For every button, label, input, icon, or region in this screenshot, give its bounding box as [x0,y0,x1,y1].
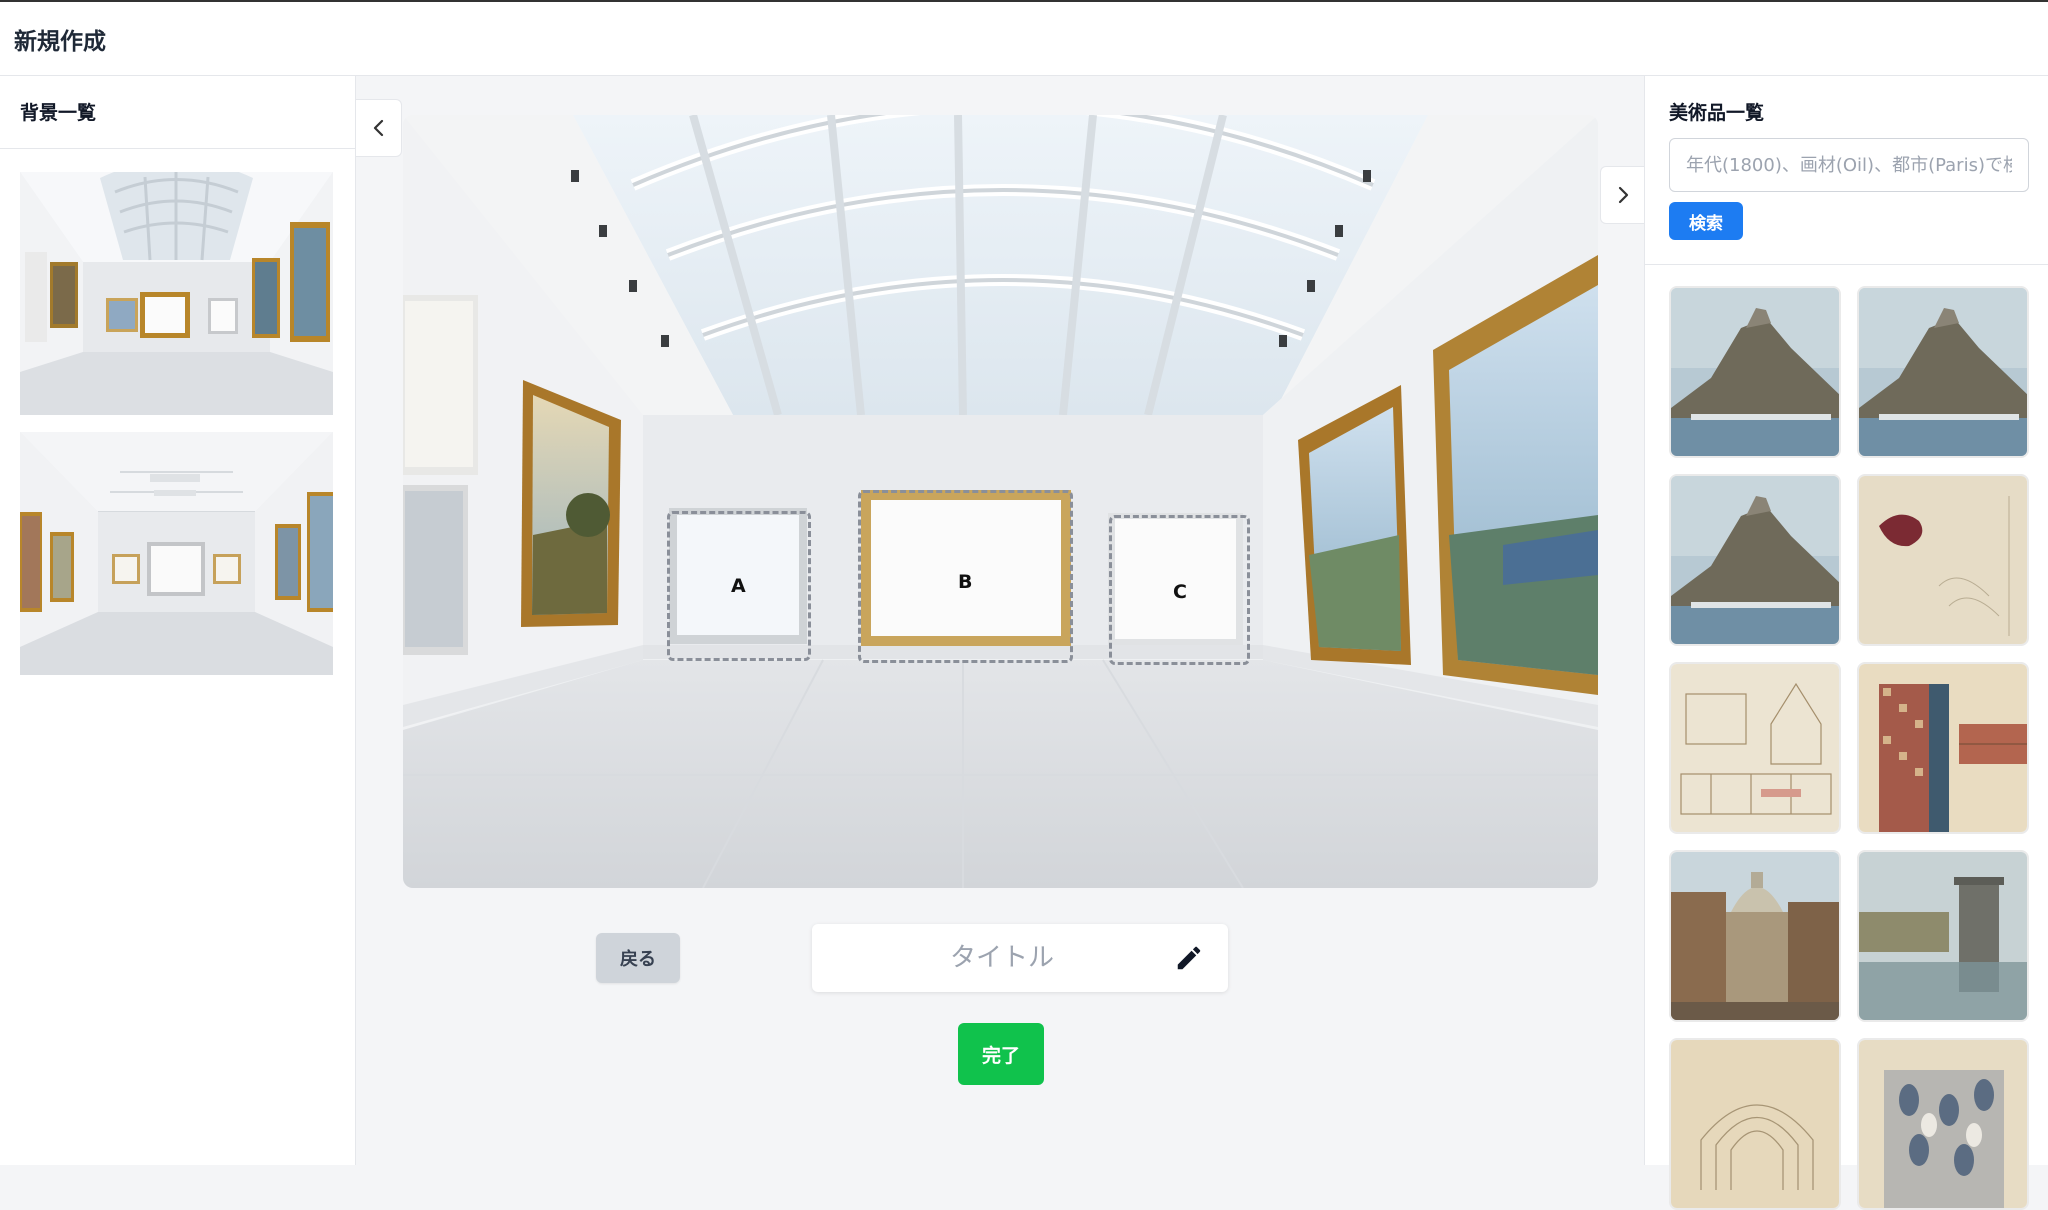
background-thumbnail-flat[interactable] [20,432,333,675]
arched-interior-image [1671,1040,1839,1208]
gallery-thumbnail-image [20,172,333,415]
castle-painting-image [1859,288,2027,456]
tile-pattern-image [1859,664,2027,832]
castle-painting-image [1671,288,1839,456]
collapse-left-panel-button[interactable] [356,99,402,157]
frame-slot-label: C [1173,581,1187,603]
frame-slot-label: A [731,575,746,597]
search-button[interactable]: 検索 [1669,202,1743,240]
chevron-left-icon [373,119,383,137]
gallery-thumbnail-image [20,432,333,675]
artwork-thumbnail[interactable] [1669,1038,1841,1210]
frame-slot-label: B [958,571,973,593]
background-list-title: 背景一覧 [20,102,97,124]
background-thumbnail-arched[interactable] [20,172,333,415]
artwork-thumbnail[interactable] [1857,662,2029,834]
river-town-image [1859,852,2027,1020]
architectural-drawing-image [1671,664,1839,832]
textile-pattern-image [1859,1040,2027,1208]
back-button[interactable]: 戻る [596,933,680,983]
cathedral-street-image [1671,852,1839,1020]
artwork-thumbnail[interactable] [1669,662,1841,834]
background-list-panel: 背景一覧 [0,76,356,1165]
artwork-thumbnail[interactable] [1857,286,2029,458]
divider [0,148,356,149]
artwork-thumbnail[interactable] [1857,474,2029,646]
artwork-thumbnail[interactable] [1669,850,1841,1022]
artwork-search-input[interactable] [1669,138,2029,192]
collapse-right-panel-button[interactable] [1600,166,1644,224]
title-input[interactable] [842,924,1162,992]
page-title: 新規作成 [14,29,106,55]
artwork-thumbnail[interactable] [1669,286,1841,458]
done-button[interactable]: 完了 [958,1023,1044,1085]
artwork-thumbnail[interactable] [1857,1038,2029,1210]
chevron-right-icon [1618,186,1628,204]
artwork-thumbnail[interactable] [1669,474,1841,646]
divider [1645,264,2048,265]
top-header: 新規作成 [0,0,2048,76]
castle-painting-image [1671,476,1839,644]
artwork-thumbnail[interactable] [1857,850,2029,1022]
gallery-canvas[interactable]: A B C [403,115,1598,888]
title-field-container [812,924,1228,992]
artwork-list-panel: 美術品一覧 検索 [1644,76,2048,1210]
pencil-icon[interactable] [1174,943,1204,973]
artwork-list-title: 美術品一覧 [1669,102,1765,124]
sketch-image [1859,476,2027,644]
